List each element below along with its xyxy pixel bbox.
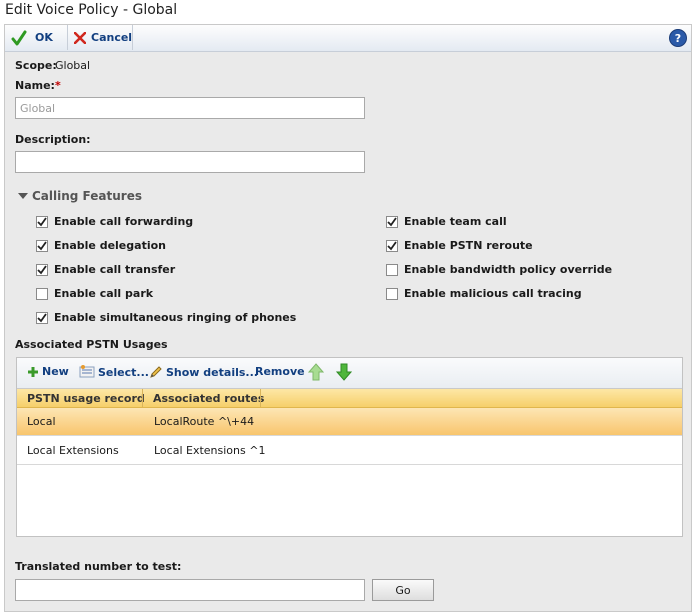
calling-features-header[interactable]: Calling Features [18,189,142,203]
cancel-button[interactable]: Cancel [67,25,133,50]
description-label: Description: [15,133,91,146]
routes-cell: Local Extensions ^1 [154,444,266,457]
ok-button[interactable]: OK [9,25,67,50]
checkbox-box[interactable] [36,239,48,252]
checkbox-label: Enable bandwidth policy override [404,263,613,276]
window-title: Edit Voice Policy - Global [5,2,178,18]
pstn-usages-title: Associated PSTN Usages [15,338,168,351]
table-row[interactable]: Local Extensions Local Extensions ^1 [17,437,682,465]
grid-toolbar: New Select... Show details... Remove [17,358,682,389]
select-label: Select... [98,365,149,379]
column-header-usage-record[interactable]: PSTN usage record [27,392,145,405]
show-details-label: Show details... [166,365,258,379]
scope-value: Global [55,59,91,72]
top-toolbar: OK Cancel ? [5,25,691,52]
checkbox-label: Enable simultaneous ringing of phones [54,311,297,324]
checkbox-box[interactable] [36,215,48,228]
description-field[interactable] [15,151,365,173]
pencil-icon [149,365,163,379]
checkbox-bandwidth-override[interactable]: Enable bandwidth policy override [386,263,612,276]
plus-icon [27,366,39,378]
column-header-associated-routes[interactable]: Associated routes [153,392,264,405]
policy-panel: OK Cancel ? Scope: Global Name:* Descrip… [4,24,692,612]
checkbox-call-park[interactable]: Enable call park [36,287,153,300]
checkbox-label: Enable delegation [54,239,166,252]
checkbox-simultaneous-ringing[interactable]: Enable simultaneous ringing of phones [36,311,296,324]
checkbox-box[interactable] [36,263,48,276]
cancel-label: Cancel [91,31,133,44]
ok-label: OK [35,31,53,44]
checkbox-delegation[interactable]: Enable delegation [36,239,166,252]
checkbox-label: Enable call park [54,287,154,300]
checkbox-label: Enable call forwarding [54,215,194,228]
checkbox-call-transfer[interactable]: Enable call transfer [36,263,175,276]
select-list-icon [79,365,95,379]
go-button[interactable]: Go [372,579,434,601]
show-details-button[interactable]: Show details... [149,365,258,379]
pstn-usages-grid: New Select... Show details... Remove PST… [16,357,683,537]
remove-label: Remove [255,365,305,378]
move-down-arrow-icon[interactable] [336,363,352,381]
new-button[interactable]: New [27,365,69,378]
checkbox-box[interactable] [386,263,398,276]
name-field[interactable] [15,97,365,119]
collapse-arrow-icon [18,193,28,199]
select-button[interactable]: Select... [79,365,149,379]
checkbox-team-call[interactable]: Enable team call [386,215,507,228]
new-label: New [42,365,69,378]
calling-features-title: Calling Features [32,189,142,203]
usage-cell: Local Extensions [27,444,119,457]
checkbox-box[interactable] [386,215,398,228]
checkbox-box[interactable] [36,287,48,300]
checkbox-malicious-call-tracing[interactable]: Enable malicious call tracing [386,287,582,300]
checkbox-box[interactable] [386,287,398,300]
translated-number-field[interactable] [15,579,365,601]
help-icon[interactable]: ? [669,29,687,47]
remove-button[interactable]: Remove [255,365,305,378]
required-marker: * [54,79,61,92]
move-up-arrow-icon[interactable] [308,363,324,381]
routes-cell: LocalRoute ^\+44 [154,415,255,428]
close-icon [74,31,86,44]
checkbox-label: Enable call transfer [54,263,176,276]
grid-header: PSTN usage record Associated routes [17,389,682,408]
checkbox-box[interactable] [386,239,398,252]
checkbox-label: Enable team call [404,215,507,228]
table-row[interactable]: Local LocalRoute ^\+44 [17,408,682,436]
column-divider [260,389,261,407]
usage-cell: Local [27,415,56,428]
translated-number-label: Translated number to test: [15,560,182,573]
column-divider [142,389,143,407]
scope-label: Scope: [15,59,57,72]
checkmark-icon [9,30,29,46]
checkbox-label: Enable PSTN reroute [404,239,533,252]
checkbox-label: Enable malicious call tracing [404,287,582,300]
checkbox-call-forwarding[interactable]: Enable call forwarding [36,215,193,228]
checkbox-box[interactable] [36,311,48,324]
name-label: Name:* [15,79,61,92]
checkbox-pstn-reroute[interactable]: Enable PSTN reroute [386,239,533,252]
